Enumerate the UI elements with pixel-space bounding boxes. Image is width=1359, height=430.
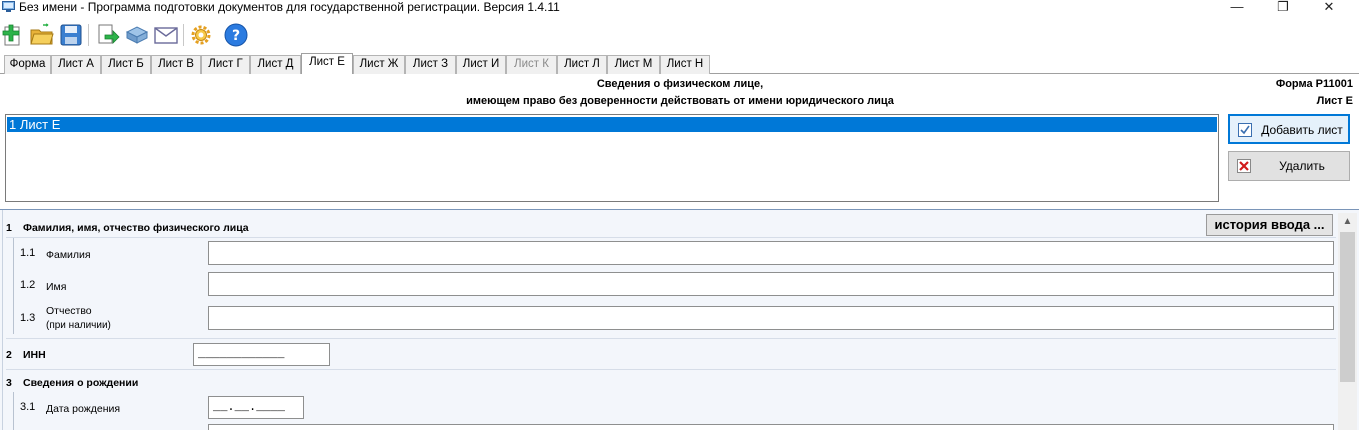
help-icon[interactable]: ?: [223, 22, 249, 48]
row-1-2-number: 1.2: [20, 279, 36, 291]
tab-list-k: Лист К: [506, 55, 557, 74]
patronymic-field[interactable]: [208, 306, 1334, 330]
sheet-heading-line1: Сведения о физическом лице,: [596, 78, 764, 90]
birth-info-title: Сведения о рождении: [23, 377, 139, 389]
next-row-field[interactable]: [208, 424, 1334, 430]
section-1-tree-line: [13, 238, 14, 334]
input-history-button[interactable]: история ввода ...: [1206, 214, 1333, 236]
save-icon[interactable]: [58, 22, 84, 48]
svg-text:?: ?: [232, 28, 240, 44]
add-sheet-button[interactable]: Добавить лист: [1228, 114, 1350, 144]
birth-date-label: Дата рождения: [46, 403, 121, 415]
section-divider: [6, 369, 1336, 370]
tab-list-b[interactable]: Лист Б: [101, 55, 151, 74]
print-icon[interactable]: [124, 22, 150, 48]
tab-strip: Форма Лист А Лист Б Лист В Лист Г Лист Д…: [0, 53, 1359, 75]
inn-field[interactable]: ____________: [193, 343, 330, 366]
open-folder-icon[interactable]: [29, 22, 55, 48]
delete-sheet-icon: [1237, 159, 1251, 173]
section-divider: [6, 237, 1336, 238]
toolbar: ?: [0, 20, 1359, 50]
first-name-field[interactable]: [208, 272, 1334, 296]
sheet-list[interactable]: 1 Лист Е: [5, 114, 1219, 202]
surname-field[interactable]: [208, 241, 1334, 265]
sheet-list-item[interactable]: 1 Лист Е: [7, 117, 1217, 132]
form-code: Форма Р11001: [1275, 78, 1353, 90]
tab-list-g[interactable]: Лист Г: [201, 55, 250, 74]
tab-list-z[interactable]: Лист З: [405, 55, 456, 74]
tab-list-a[interactable]: Лист А: [51, 55, 101, 74]
app-icon: [2, 1, 15, 12]
tab-list-l[interactable]: Лист Л: [557, 55, 607, 74]
tab-forma[interactable]: Форма: [4, 55, 51, 74]
export-icon[interactable]: [95, 22, 121, 48]
tab-list-m[interactable]: Лист М: [607, 55, 660, 74]
section-3-number: 3: [6, 377, 12, 389]
first-name-label: Имя: [46, 281, 67, 293]
settings-icon[interactable]: [188, 22, 214, 48]
patronymic-note: (при наличии): [46, 320, 111, 331]
tab-list-d[interactable]: Лист Д: [250, 55, 301, 74]
tab-list-v[interactable]: Лист В: [151, 55, 201, 74]
sheet-heading-line2: имеющем право без доверенности действова…: [466, 95, 894, 107]
section-divider: [6, 338, 1336, 339]
row-3-1-number: 3.1: [20, 401, 36, 413]
form-scrollbar[interactable]: ▲: [1338, 213, 1357, 430]
delete-sheet-button[interactable]: Удалить: [1228, 151, 1350, 181]
tab-list-e[interactable]: Лист Е: [301, 53, 353, 74]
new-document-icon[interactable]: [0, 22, 26, 48]
section-2-number: 2: [6, 349, 12, 361]
scroll-up-icon[interactable]: ▲: [1338, 213, 1357, 230]
tab-list-zh[interactable]: Лист Ж: [353, 55, 405, 74]
row-1-3-number: 1.3: [20, 312, 36, 324]
row-1-1-number: 1.1: [20, 247, 36, 259]
patronymic-label: Отчество: [46, 305, 92, 317]
scrollbar-thumb[interactable]: [1340, 232, 1355, 382]
surname-label: Фамилия: [46, 249, 91, 261]
email-icon[interactable]: [153, 22, 179, 48]
section-1-title: Фамилия, имя, отчество физического лица: [23, 222, 249, 234]
tab-list-i[interactable]: Лист И: [456, 55, 506, 74]
sheet-code: Лист Е: [1316, 95, 1353, 107]
close-button[interactable]: ✕: [1306, 0, 1352, 16]
tab-list-n[interactable]: Лист Н: [660, 55, 710, 74]
add-sheet-label: Добавить лист: [1261, 123, 1343, 137]
birth-date-field[interactable]: __.__.____: [208, 396, 304, 419]
inn-label: ИНН: [23, 349, 46, 361]
maximize-button[interactable]: ❐: [1260, 0, 1306, 16]
window-title: Без имени - Программа подготовки докумен…: [19, 0, 560, 14]
delete-sheet-label: Удалить: [1279, 159, 1325, 173]
section-3-tree-line: [13, 392, 14, 430]
title-bar: Без имени - Программа подготовки докумен…: [0, 0, 1359, 16]
add-sheet-icon: [1238, 123, 1252, 137]
toolbar-separator: [88, 24, 89, 46]
minimize-button[interactable]: —: [1214, 0, 1260, 16]
toolbar-separator: [183, 24, 184, 46]
section-1-number: 1: [6, 222, 12, 234]
